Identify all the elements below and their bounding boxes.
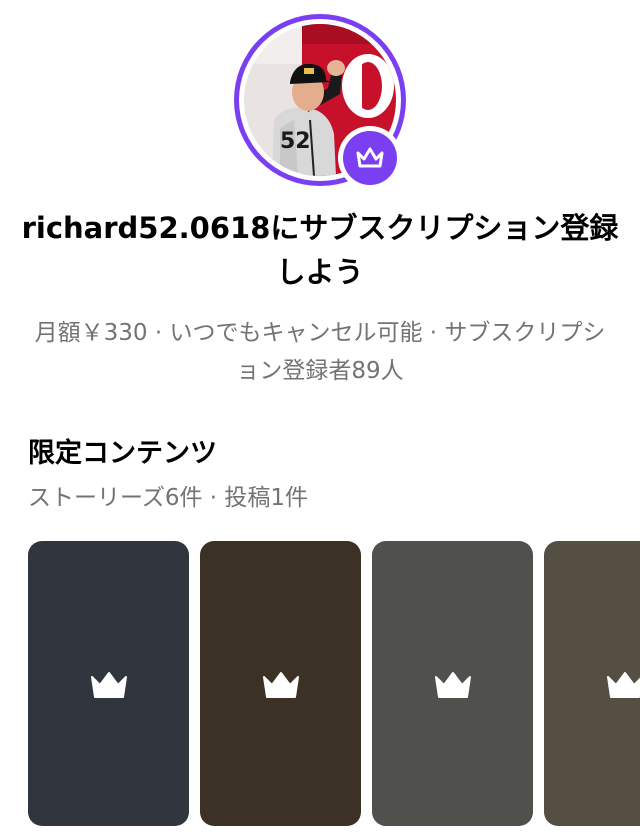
- crown-icon: [90, 671, 127, 698]
- crown-icon: [356, 147, 384, 168]
- crown-icon: [606, 671, 640, 698]
- exclusive-content-card[interactable]: [28, 541, 189, 826]
- crown-icon: [434, 671, 471, 698]
- profile-avatar[interactable]: 52: [234, 14, 406, 190]
- exclusive-content-card[interactable]: [200, 541, 361, 826]
- subscription-details: 月額￥330 · いつでもキャンセル可能 · サブスクリプション登録者89人: [34, 320, 606, 384]
- subscription-page: 52 richard52.0618にサブスクリプション登録しよう 月額￥330 …: [0, 0, 640, 838]
- exclusive-content-list: [28, 541, 640, 826]
- page-title: richard52.0618にサブスクリプション登録しよう: [21, 211, 619, 289]
- crown-icon: [262, 671, 299, 698]
- exclusive-content-count: ストーリーズ6件 · 投稿1件: [28, 485, 309, 511]
- exclusive-content-heading: 限定コンテンツ: [28, 438, 217, 469]
- exclusive-content-card[interactable]: [544, 541, 640, 826]
- exclusive-content-card[interactable]: [372, 541, 533, 826]
- subscriber-badge: [338, 126, 402, 190]
- svg-text:52: 52: [280, 129, 311, 154]
